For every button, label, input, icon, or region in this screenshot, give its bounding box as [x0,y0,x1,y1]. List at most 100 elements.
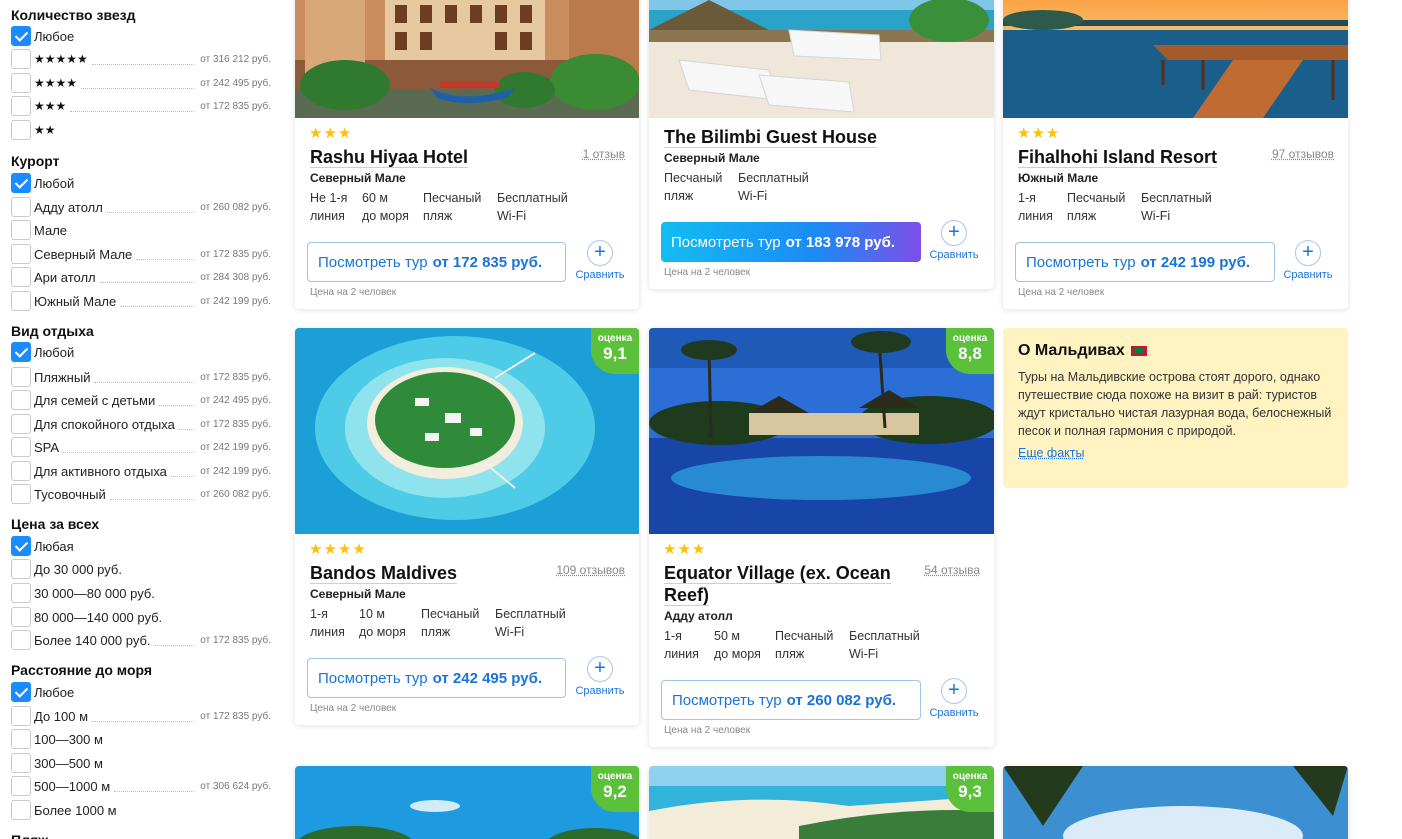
compare-button[interactable]: + Сравнить [928,220,980,261]
filter-checkbox[interactable] [11,800,31,820]
hotel-photo[interactable] [649,0,994,118]
filter-option-price: от 284 308 руб. [200,271,271,283]
reviews-link[interactable]: 1 отзыв [583,147,625,161]
filter-checkbox[interactable] [11,173,31,193]
filter-option[interactable]: 300—500 м [11,752,271,774]
view-tour-button[interactable]: Посмотреть тур от 260 082 руб. [661,680,921,720]
filter-checkbox[interactable] [11,559,31,579]
filter-checkbox[interactable] [11,367,31,387]
filter-option[interactable]: Мале [11,219,271,241]
view-tour-button[interactable]: Посмотреть тур от 183 978 руб. [661,222,921,262]
filter-option[interactable]: Для спокойного отдыха от 172 835 руб. [11,413,271,435]
filter-option[interactable]: 30 000—80 000 руб. [11,582,271,604]
hotel-card[interactable]: оценка 9,2 [295,766,639,839]
filter-option[interactable]: Пляжный от 172 835 руб. [11,366,271,388]
hotel-card[interactable]: ★★★ Rashu Hiyaa Hotel 1 отзыв Северный М… [295,0,639,309]
hotel-card[interactable] [1003,766,1348,839]
hotel-name[interactable]: The Bilimbi Guest House [664,126,878,148]
filter-option[interactable]: ★★★ от 172 835 руб. [11,95,271,117]
hotel-name[interactable]: Equator Village (ex. Ocean Reef) [664,562,904,606]
view-tour-button[interactable]: Посмотреть тур от 242 199 руб. [1015,242,1275,282]
filter-checkbox[interactable] [11,244,31,264]
hotel-name[interactable]: Rashu Hiyaa Hotel [310,146,469,168]
hotel-region: Северный Мале [310,171,406,185]
filter-checkbox[interactable] [11,120,31,140]
filter-option[interactable]: Для активного отдыха от 242 199 руб. [11,460,271,482]
filter-checkbox[interactable] [11,630,31,650]
filter-option[interactable]: SPA от 242 199 руб. [11,436,271,458]
view-tour-button[interactable]: Посмотреть тур от 172 835 руб. [307,242,566,282]
hotel-name[interactable]: Bandos Maldives [310,562,458,584]
view-tour-button[interactable]: Посмотреть тур от 242 495 руб. [307,658,566,698]
hotel-card[interactable]: The Bilimbi Guest House Северный Мале Пе… [649,0,994,289]
reviews-link[interactable]: 97 отзывов [1272,147,1334,161]
filter-checkbox[interactable] [11,753,31,773]
filter-option[interactable]: Любой [11,341,271,363]
filter-option[interactable]: Любое [11,681,271,703]
more-facts-link[interactable]: Еще факты [1018,446,1333,460]
filter-checkbox[interactable] [11,484,31,504]
filter-checkbox[interactable] [11,220,31,240]
filter-checkbox[interactable] [11,776,31,796]
filter-checkbox[interactable] [11,536,31,556]
filter-checkbox[interactable] [11,26,31,46]
filter-option[interactable]: До 100 м от 172 835 руб. [11,705,271,727]
hotel-photo[interactable] [1003,0,1348,118]
filter-option[interactable]: До 30 000 руб. [11,558,271,580]
filter-option[interactable]: ★★★★ от 242 495 руб. [11,72,271,94]
hotel-photo[interactable] [649,328,994,534]
filter-option[interactable]: ★★ [11,119,271,141]
filter-option[interactable]: 500—1000 м от 306 624 руб. [11,775,271,797]
filter-option[interactable]: Любая [11,535,271,557]
filter-checkbox[interactable] [11,706,31,726]
hotel-card[interactable]: оценка 9,1 ★★★★ Bandos Maldives 109 отзы… [295,328,639,725]
filter-checkbox[interactable] [11,291,31,311]
filter-checkbox[interactable] [11,607,31,627]
filter-checkbox[interactable] [11,583,31,603]
compare-button[interactable]: + Сравнить [1282,240,1334,281]
compare-button[interactable]: + Сравнить [928,678,980,719]
hotel-photo[interactable] [295,766,639,839]
filter-option[interactable]: Тусовочный от 260 082 руб. [11,483,271,505]
compare-button[interactable]: + Сравнить [574,656,626,697]
filter-checkbox[interactable] [11,73,31,93]
filter-option[interactable]: ★★★★★ от 316 212 руб. [11,48,271,70]
plus-icon: + [941,220,967,246]
filter-checkbox[interactable] [11,197,31,217]
filter-option[interactable]: Южный Мале от 242 199 руб. [11,290,271,312]
hotel-name[interactable]: Fihalhohi Island Resort [1018,146,1218,168]
hotel-card[interactable]: оценка 9,3 [649,766,994,839]
filter-option[interactable]: Адду атолл от 260 082 руб. [11,196,271,218]
filter-option[interactable]: Более 1000 м [11,799,271,821]
filter-checkbox[interactable] [11,390,31,410]
filter-checkbox[interactable] [11,414,31,434]
reviews-link[interactable]: 109 отзывов [556,563,625,577]
filter-option[interactable]: Ари атолл от 284 308 руб. [11,266,271,288]
filter-option[interactable]: Для семей с детьми от 242 495 руб. [11,389,271,411]
hotel-stars: ★★★ [1017,125,1061,142]
filter-checkbox[interactable] [11,437,31,457]
hotel-photo[interactable] [295,0,639,118]
reviews-link[interactable]: 54 отзыва [924,563,980,577]
filter-checkbox[interactable] [11,267,31,287]
filter-option-price: от 316 212 руб. [200,53,271,65]
filter-checkbox[interactable] [11,729,31,749]
filter-checkbox[interactable] [11,49,31,69]
hotel-photo[interactable] [1003,766,1348,839]
filter-option[interactable]: Любое [11,25,271,47]
filter-checkbox[interactable] [11,682,31,702]
filter-checkbox[interactable] [11,96,31,116]
hotel-photo[interactable] [295,328,639,534]
filter-option[interactable]: Более 140 000 руб. от 172 835 руб. [11,629,271,651]
compare-button[interactable]: + Сравнить [574,240,626,281]
hotel-card[interactable]: ★★★ Fihalhohi Island Resort 97 отзывов Ю… [1003,0,1348,309]
filter-option[interactable]: 80 000—140 000 руб. [11,606,271,628]
filter-checkbox[interactable] [11,461,31,481]
rating-label: оценка [597,771,633,782]
filter-option[interactable]: Северный Мале от 172 835 руб. [11,243,271,265]
filter-option[interactable]: Любой [11,172,271,194]
hotel-card[interactable]: оценка 8,8 ★★★ Equator Village (ex. Ocea… [649,328,994,747]
hotel-photo[interactable] [649,766,994,839]
filter-checkbox[interactable] [11,342,31,362]
filter-option[interactable]: 100—300 м [11,728,271,750]
